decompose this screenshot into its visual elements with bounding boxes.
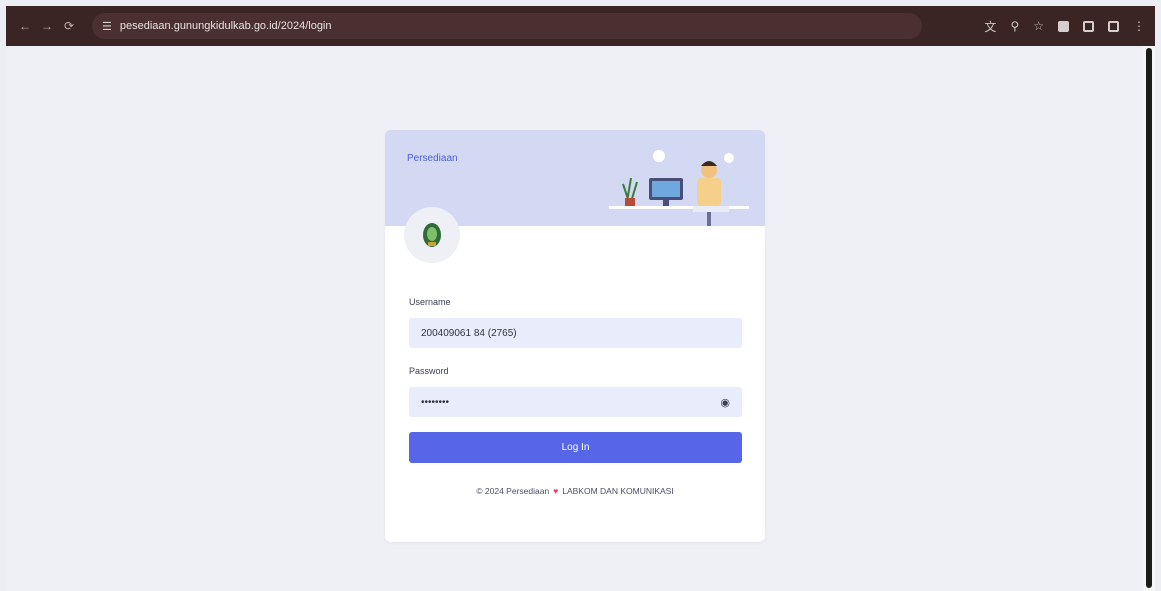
translate-icon[interactable]: 文 xyxy=(984,18,996,35)
scrollbar-thumb[interactable] xyxy=(1146,48,1152,588)
scrollbar[interactable] xyxy=(1143,46,1155,591)
star-icon[interactable]: ☆ xyxy=(1033,19,1044,33)
password-input[interactable]: •••••••• ◉ xyxy=(409,387,742,417)
password-value: •••••••• xyxy=(421,396,450,408)
username-value: 200409061 84 (2765) xyxy=(421,327,517,339)
login-button[interactable]: Log In xyxy=(409,432,742,463)
key-icon[interactable]: ⚲ xyxy=(1010,19,1019,33)
sidepanel-icon[interactable] xyxy=(1083,20,1094,32)
site-info-icon[interactable]: ☰ xyxy=(102,20,112,33)
back-icon[interactable]: ← xyxy=(16,19,34,33)
eye-icon[interactable]: ◉ xyxy=(720,396,730,409)
username-input[interactable]: 200409061 84 (2765) xyxy=(409,318,742,348)
footer-credit: LABKOM DAN KOMUNIKASI xyxy=(562,486,674,496)
extension-icon[interactable] xyxy=(1058,20,1069,32)
profile-icon[interactable] xyxy=(1108,20,1119,32)
footer-copyright: © 2024 Persediaan xyxy=(476,486,550,496)
address-bar[interactable]: ☰ pesediaan.gunungkidulkab.go.id/2024/lo… xyxy=(92,13,922,39)
reload-icon[interactable]: ⟳ xyxy=(60,19,78,33)
username-label: Username xyxy=(409,297,451,307)
workspace-illustration-icon xyxy=(609,150,749,226)
org-logo xyxy=(404,207,460,263)
browser-toolbar: ← → ⟳ ☰ pesediaan.gunungkidulkab.go.id/2… xyxy=(6,6,1155,46)
brand-title: Persediaan xyxy=(407,153,458,164)
menu-icon[interactable]: ⋮ xyxy=(1133,19,1145,33)
password-label: Password xyxy=(409,366,449,376)
forward-icon[interactable]: → xyxy=(38,19,56,33)
footer: © 2024 Persediaan ♥ LABKOM DAN KOMUNIKASI xyxy=(385,486,765,496)
heart-icon: ♥ xyxy=(553,486,559,496)
crest-icon xyxy=(423,223,441,247)
url-text: pesediaan.gunungkidulkab.go.id/2024/logi… xyxy=(119,20,332,32)
login-card: Persediaan Username 200409061 84 (2765) … xyxy=(385,130,765,542)
